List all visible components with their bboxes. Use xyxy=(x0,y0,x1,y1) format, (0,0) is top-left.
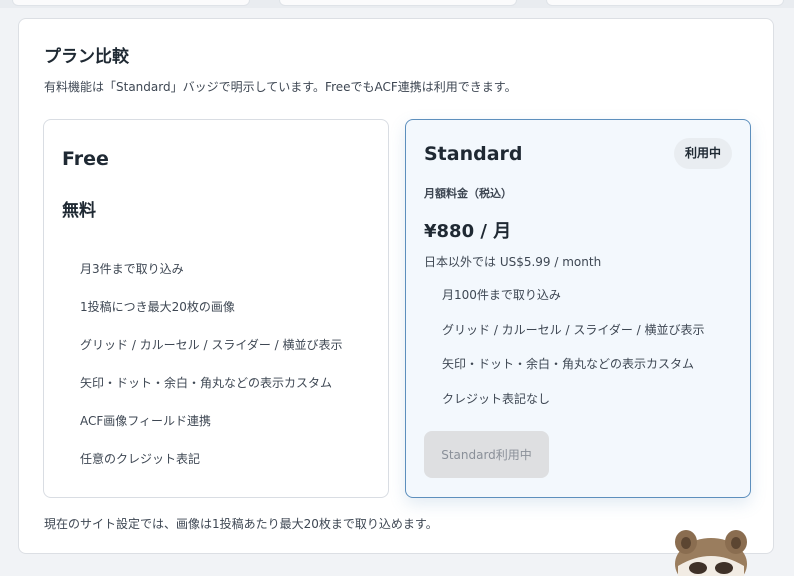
section-description: 有料機能は「Standard」バッジで明示しています。FreeでもACF連携は利… xyxy=(44,80,517,94)
section-footer: 現在のサイト設定では、画像は1投稿あたり最大20枚まで取り込めます。 xyxy=(44,517,438,531)
plan-name-free: Free xyxy=(62,148,109,170)
feature-item: ACF画像フィールド連携 xyxy=(80,414,212,428)
feature-item: 月100件まで取り込み xyxy=(442,288,561,302)
plan-price-free: 無料 xyxy=(62,201,96,221)
section-title: プラン比較 xyxy=(44,47,129,67)
mascot-raccoon-icon xyxy=(675,530,747,576)
plan-price-standard: ¥880 / 月 xyxy=(424,221,512,242)
feature-item: クレジット表記なし xyxy=(442,391,551,406)
current-plan-badge: 利用中 xyxy=(673,138,732,169)
feature-item: 矢印・ドット・余白・角丸などの表示カスタム xyxy=(80,376,333,390)
price-label: 月額料金（税込） xyxy=(424,187,512,200)
price-note: 日本以外では US$5.99 / month xyxy=(424,255,602,269)
feature-item: 任意のクレジット表記 xyxy=(80,452,201,466)
plan-card-standard: Standard 利用中 月額料金（税込） ¥880 / 月 日本以外では US… xyxy=(405,119,751,498)
plan-comparison-panel: プラン比較 有料機能は「Standard」バッジで明示しています。FreeでもA… xyxy=(18,18,774,554)
plan-card-free: Free 無料 月3件まで取り込み 1投稿につき最大20枚の画像 グリッド / … xyxy=(43,119,389,498)
feature-item: グリッド / カルーセル / スライダー / 横並び表示 xyxy=(80,338,343,352)
top-card-left xyxy=(12,0,250,6)
plan-name-standard: Standard xyxy=(424,143,523,165)
feature-item: 矢印・ドット・余白・角丸などの表示カスタム xyxy=(442,357,695,371)
top-strip xyxy=(0,0,794,8)
feature-list-standard: 月100件まで取り込み グリッド / カルーセル / スライダー / 横並び表示… xyxy=(442,286,705,424)
feature-item: 1投稿につき最大20枚の画像 xyxy=(80,300,235,314)
feature-item: グリッド / カルーセル / スライダー / 横並び表示 xyxy=(442,322,705,337)
top-card-right xyxy=(546,0,784,6)
feature-item: 月3件まで取り込み xyxy=(80,262,184,276)
feature-list-free: 月3件まで取り込み 1投稿につき最大20枚の画像 グリッド / カルーセル / … xyxy=(80,260,343,488)
standard-active-button[interactable]: Standard利用中 xyxy=(424,431,549,478)
top-card-middle xyxy=(279,0,517,6)
